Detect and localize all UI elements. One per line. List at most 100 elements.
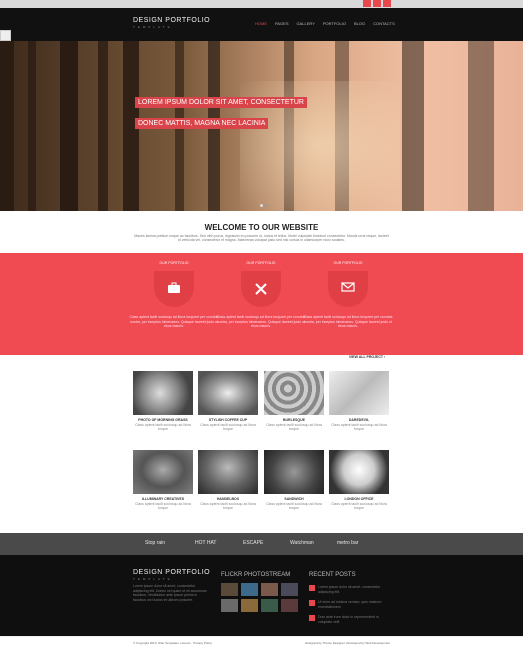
portfolio-title: BURLESQUE: [283, 418, 305, 422]
nav-home[interactable]: HOME: [255, 21, 267, 26]
hero-tree: [402, 41, 424, 211]
clients-bar: Stop rain HOT HAT ESCAPE Watchman metro …: [0, 533, 523, 555]
portfolio-title: DAREDEVIL: [348, 418, 370, 422]
portfolio-image: [264, 450, 324, 494]
nav-pages[interactable]: PAGES: [275, 21, 289, 26]
client-logo[interactable]: Watchman: [290, 540, 314, 546]
portfolio-item[interactable]: PHOTO OF MORNING GRASS Class aptent taci…: [133, 371, 193, 431]
post-icon: [309, 600, 315, 606]
post-icon: [309, 585, 315, 591]
logo-text: DESIGN PORTFOLIO: [133, 569, 211, 576]
slider-dot[interactable]: [260, 204, 263, 207]
nav-gallery[interactable]: GALLERY: [297, 21, 315, 26]
logo-text: DESIGN PORTFOLIO: [133, 17, 211, 24]
photostream-thumb[interactable]: [221, 583, 238, 596]
service-label: OUR PORTFOLIO: [333, 261, 363, 265]
portfolio-title: STYLISH COFFEE CUP: [208, 418, 248, 422]
hero-tree: [28, 41, 36, 211]
portfolio-item[interactable]: SANDWICH Class aptent taciti sociosqu ad…: [264, 450, 324, 510]
portfolio-title: SANDWICH: [284, 497, 304, 501]
copyright: © Copyright 2013. Web Templates. Licence…: [133, 641, 212, 645]
credits: Designed by Theme Designer. Developed by…: [305, 641, 390, 645]
service-desc: Class aptent taciti sociosqu ad litora t…: [129, 315, 219, 328]
portfolio-image: [264, 371, 324, 415]
footer-logo[interactable]: DESIGN PORTFOLIO TEMPLATE: [133, 569, 210, 581]
portfolio-title: LONDON OFFICE: [344, 497, 374, 501]
footer-about: Lorem ipsum dolor sit amet, consectetur …: [133, 584, 207, 602]
photostream-thumb[interactable]: [281, 599, 298, 612]
twitter-icon[interactable]: [363, 0, 371, 7]
portfolio-item[interactable]: STYLISH COFFEE CUP Class aptent taciti s…: [198, 371, 258, 431]
service-icon-box: [328, 271, 368, 307]
portfolio-title: HANDELBOX: [216, 497, 240, 501]
slider-dot[interactable]: [265, 204, 268, 207]
service-desc: Class aptent taciti sociosqu ad litora t…: [303, 315, 393, 328]
recent-post[interactable]: Duis aute irure dolor in reprehenderit i…: [309, 615, 389, 624]
service-label: OUR PORTFOLIO: [159, 261, 189, 265]
photostream-thumb[interactable]: [241, 599, 258, 612]
welcome-text: Mauris lacinia pretium neque ac faucibus…: [134, 234, 389, 242]
photostream-thumb[interactable]: [221, 599, 238, 612]
recent-post[interactable]: Ut enim ad minima veniam, quis nostrum e…: [309, 600, 389, 609]
portfolio-text: Class aptent taciti sociosqu ad litora t…: [331, 423, 387, 431]
portfolio-text: Class aptent taciti sociosqu ad litora t…: [200, 502, 256, 510]
google-icon[interactable]: [383, 0, 391, 7]
post-text: Ut enim ad minima veniam, quis nostrum e…: [318, 600, 382, 609]
client-logo[interactable]: Stop rain: [145, 540, 165, 546]
social-links: [363, 0, 391, 7]
post-text: Duis aute irure dolor in reprehenderit i…: [318, 615, 379, 624]
portfolio-item[interactable]: LONDON OFFICE Class aptent taciti socios…: [329, 450, 389, 510]
nav-contacts[interactable]: CONTACTS: [373, 21, 395, 26]
service-item[interactable]: OUR PORTFOLIO Class aptent taciti socios…: [128, 261, 220, 329]
service-icon-box: [241, 271, 281, 307]
logo-subtext: TEMPLATE: [133, 577, 173, 581]
hero-caption-1: LOREM IPSUM DOLOR SIT AMET, CONSECTETUR: [135, 97, 307, 108]
portfolio-item[interactable]: DAREDEVIL Class aptent taciti sociosqu a…: [329, 371, 389, 431]
service-item[interactable]: OUR PORTFOLIO Class aptent taciti socios…: [302, 261, 394, 329]
header: DESIGN PORTFOLIO TEMPLATE HOME PAGES GAL…: [0, 8, 523, 41]
portfolio-image: [329, 371, 389, 415]
tools-icon: [255, 283, 267, 295]
photostream-heading: FLICKR PHOTOSTREAM: [221, 572, 291, 578]
top-bar: [0, 0, 523, 8]
photostream-thumb[interactable]: [281, 583, 298, 596]
hero-slider: LOREM IPSUM DOLOR SIT AMET, CONSECTETUR …: [0, 41, 523, 211]
view-all-link[interactable]: VIEW ALL PROJECT ›: [349, 355, 385, 359]
portfolio-image: [133, 450, 193, 494]
slider-dots: [260, 204, 268, 207]
service-icon-box: [154, 271, 194, 307]
service-item[interactable]: OUR PORTFOLIO Class aptent taciti socios…: [215, 261, 307, 329]
photostream-thumb[interactable]: [261, 599, 278, 612]
client-logo[interactable]: metro bar: [337, 540, 358, 546]
hero-tree: [60, 41, 78, 211]
footer: DESIGN PORTFOLIO TEMPLATE Lorem ipsum do…: [0, 555, 523, 636]
portfolio-text: Class aptent taciti sociosqu ad litora t…: [331, 502, 387, 510]
recent-posts-heading: RECENT POSTS: [309, 572, 356, 578]
main-nav: HOME PAGES GALLERY PORTFOLIO BLOG CONTAC…: [255, 21, 395, 26]
photostream-thumb[interactable]: [261, 583, 278, 596]
services-section: OUR PORTFOLIO Class aptent taciti socios…: [0, 253, 523, 355]
nav-portfolio[interactable]: PORTFOLIO: [323, 21, 346, 26]
portfolio-title: ILLUMINARY CREATIVES: [141, 497, 185, 501]
photostream-thumb[interactable]: [241, 583, 258, 596]
recent-posts: Lorem ipsum dolor sit amet, consectetur …: [309, 585, 389, 630]
briefcase-icon: [168, 282, 180, 293]
mail-icon: [341, 282, 355, 292]
facebook-icon[interactable]: [373, 0, 381, 7]
recent-post[interactable]: Lorem ipsum dolor sit amet, consectetur …: [309, 585, 389, 594]
portfolio-image: [329, 450, 389, 494]
portfolio-text: Class aptent taciti sociosqu ad litora t…: [200, 423, 256, 431]
portfolio-item[interactable]: ILLUMINARY CREATIVES Class aptent taciti…: [133, 450, 193, 510]
portfolio-item[interactable]: HANDELBOX Class aptent taciti sociosqu a…: [198, 450, 258, 510]
portfolio-image: [198, 371, 258, 415]
post-icon: [309, 615, 315, 621]
settings-toggle-icon[interactable]: [0, 30, 11, 41]
client-logo[interactable]: ESCAPE: [243, 540, 263, 546]
logo[interactable]: DESIGN PORTFOLIO TEMPLATE: [133, 17, 210, 29]
client-logo[interactable]: HOT HAT: [195, 540, 216, 546]
hero-tree: [468, 41, 494, 211]
logo-subtext: TEMPLATE: [133, 25, 173, 29]
portfolio-text: Class aptent taciti sociosqu ad litora t…: [266, 502, 322, 510]
nav-blog[interactable]: BLOG: [354, 21, 365, 26]
portfolio-item[interactable]: BURLESQUE Class aptent taciti sociosqu a…: [264, 371, 324, 431]
